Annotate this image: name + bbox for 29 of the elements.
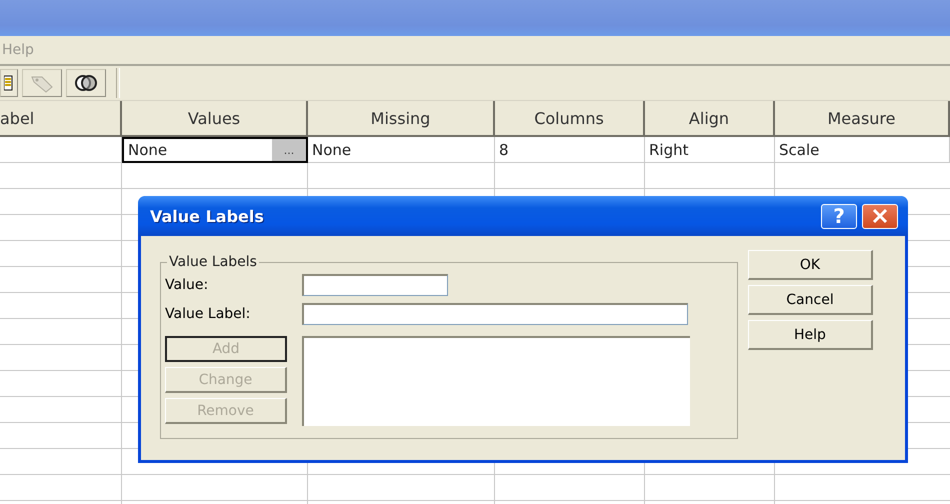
column-header[interactable]: Missing <box>308 101 495 137</box>
column-header[interactable]: Columns <box>495 101 645 137</box>
table-cell: None <box>308 137 495 163</box>
dialog-button[interactable]: Cancel <box>748 285 873 315</box>
close-icon <box>872 208 888 224</box>
field-label: Value Label: <box>165 306 252 322</box>
column-header[interactable]: Align <box>645 101 775 137</box>
dialog-button[interactable]: Help <box>748 320 873 350</box>
field-label: Value: <box>165 276 210 292</box>
ellipsis-button[interactable]: ... <box>272 139 306 161</box>
input-field[interactable] <box>302 302 688 324</box>
column-header[interactable]: Measure <box>775 101 950 137</box>
dialog-button[interactable]: OK <box>748 250 873 280</box>
column-header[interactable]: abel <box>0 101 122 137</box>
input-field[interactable] <box>302 274 448 296</box>
close-button[interactable] <box>862 204 898 228</box>
value-field[interactable]: None ... <box>122 137 308 163</box>
toolbar-button[interactable] <box>66 69 106 97</box>
list-box[interactable] <box>302 336 690 426</box>
column-header[interactable]: Values <box>122 101 308 137</box>
dialog-title: Value Labels <box>150 206 265 226</box>
group-title: Value Labels <box>168 254 258 270</box>
toolbar-button[interactable] <box>0 69 18 97</box>
table-cell: Scale <box>775 137 950 163</box>
list-icon <box>4 75 14 91</box>
table-cell: Right <box>645 137 775 163</box>
circles-icon <box>73 73 99 93</box>
help-button[interactable]: ? <box>821 204 857 228</box>
table-cell: 8 <box>495 137 645 163</box>
